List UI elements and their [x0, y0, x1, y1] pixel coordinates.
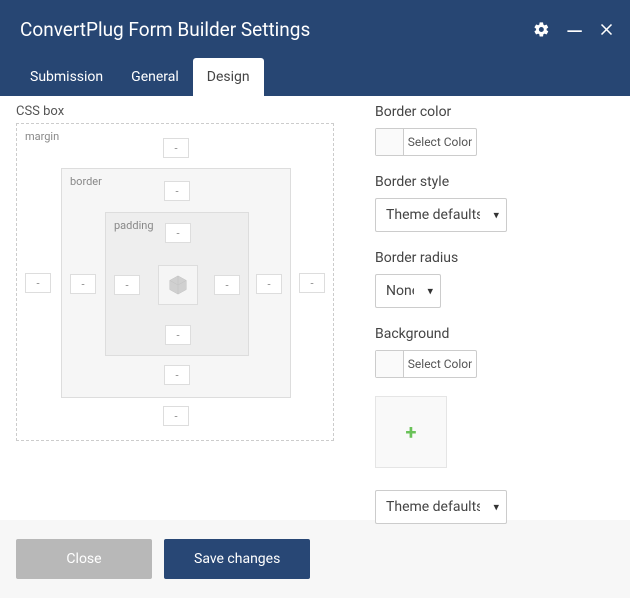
right-col: Border color Select Color Border style T… [351, 104, 614, 520]
tab-design[interactable]: Design [193, 58, 264, 96]
padding-top-input[interactable]: - [165, 223, 191, 243]
tab-submission[interactable]: Submission [16, 58, 117, 96]
padding-box: padding - - - - [105, 212, 249, 356]
border-style-label: Border style [375, 174, 614, 190]
margin-box: margin - - - - border - - - - padding - … [16, 123, 334, 441]
border-color-label: Border color [375, 104, 614, 120]
padding-left-input[interactable]: - [114, 275, 140, 295]
swatch-icon [376, 351, 404, 377]
footer: Close Save changes [0, 520, 630, 598]
padding-right-input[interactable]: - [214, 275, 240, 295]
border-color-picker[interactable]: Select Color [375, 128, 477, 156]
field-border-style: Border style Theme defaults [375, 174, 614, 232]
border-radius-select[interactable]: None [375, 274, 441, 308]
margin-top-input[interactable]: - [163, 138, 189, 158]
border-left-input[interactable]: - [70, 274, 96, 294]
tabs: Submission General Design [0, 58, 630, 96]
border-radius-label: Border radius [375, 250, 614, 266]
gear-icon[interactable] [533, 21, 550, 38]
close-button[interactable]: Close [16, 539, 152, 579]
extra-select[interactable]: Theme defaults [375, 490, 507, 524]
window-header: ConvertPlug Form Builder Settings — [0, 0, 630, 58]
select-color-text: Select Color [404, 129, 476, 155]
border-right-input[interactable]: - [256, 274, 282, 294]
margin-bottom-input[interactable]: - [163, 406, 189, 426]
add-button[interactable]: + [375, 396, 447, 468]
margin-right-input[interactable]: - [299, 273, 325, 293]
css-box-label: CSS box [16, 104, 351, 119]
margin-label: margin [25, 130, 59, 143]
border-label: border [70, 175, 102, 188]
content-block [158, 265, 198, 305]
border-top-input[interactable]: - [164, 181, 190, 201]
border-style-select[interactable]: Theme defaults [375, 198, 507, 232]
background-label: Background [375, 326, 614, 342]
padding-label: padding [114, 219, 154, 232]
border-bottom-input[interactable]: - [164, 365, 190, 385]
save-button[interactable]: Save changes [164, 539, 310, 579]
padding-bottom-input[interactable]: - [165, 325, 191, 345]
margin-left-input[interactable]: - [25, 273, 51, 293]
border-box: border - - - - padding - - - - [61, 168, 291, 398]
minimize-icon[interactable]: — [566, 29, 583, 37]
body: CSS box margin - - - - border - - - - pa… [0, 96, 630, 520]
background-color-picker[interactable]: Select Color [375, 350, 477, 378]
tab-general[interactable]: General [117, 58, 193, 96]
swatch-icon [376, 129, 404, 155]
field-background: Background Select Color [375, 326, 614, 378]
window-title: ConvertPlug Form Builder Settings [20, 18, 310, 41]
select-color-text: Select Color [404, 351, 476, 377]
field-border-color: Border color Select Color [375, 104, 614, 156]
header-icons: — [533, 21, 614, 38]
field-border-radius: Border radius None [375, 250, 614, 308]
close-icon[interactable] [599, 22, 614, 37]
plus-icon: + [406, 420, 417, 444]
left-col: CSS box margin - - - - border - - - - pa… [16, 104, 351, 520]
